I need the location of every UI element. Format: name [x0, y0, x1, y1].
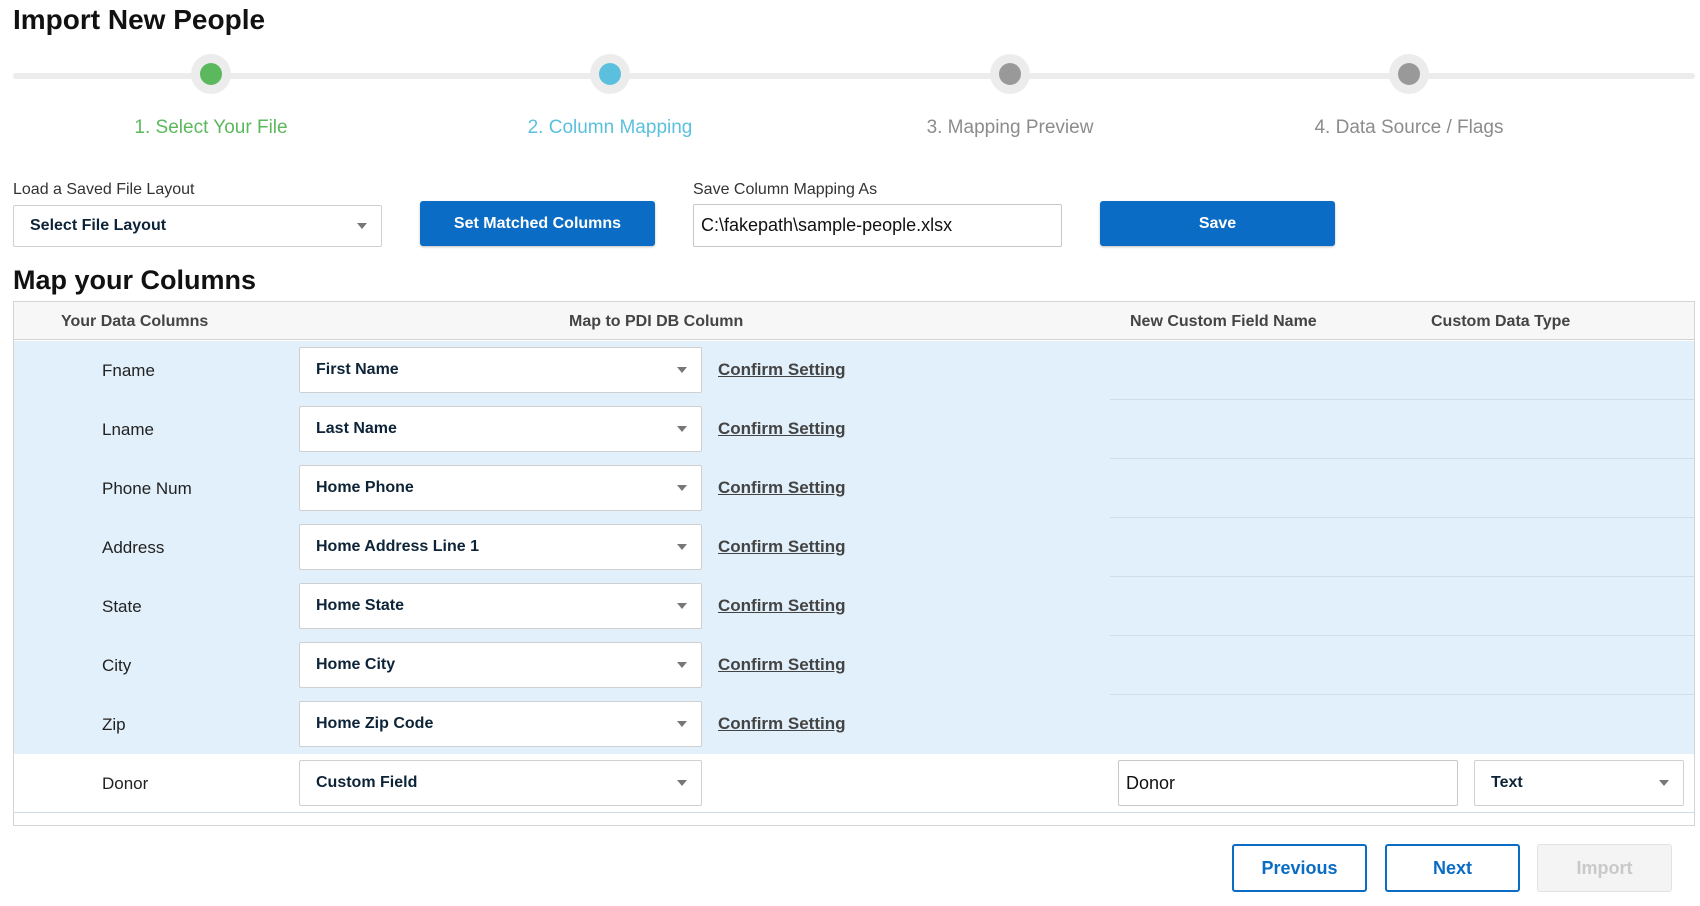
- source-column-name: City: [102, 656, 132, 675]
- db-column-select[interactable]: First Name: [299, 347, 702, 393]
- table-header: Your Data Columns Map to PDI DB Column N…: [14, 302, 1694, 340]
- db-column-select-value: Last Name: [316, 420, 397, 437]
- source-column-name: Fname: [102, 361, 155, 380]
- db-column-select[interactable]: Home City: [299, 642, 702, 688]
- db-column-select[interactable]: Home State: [299, 583, 702, 629]
- step-mapping-preview: 3. Mapping Preview: [840, 54, 1180, 139]
- custom-data-type-select[interactable]: Text: [1474, 760, 1684, 806]
- db-column-select[interactable]: Last Name: [299, 406, 702, 452]
- caret-down-icon: [677, 603, 687, 609]
- layout-label: Load a Saved File Layout: [13, 181, 195, 198]
- step-dot-complete: [200, 63, 222, 85]
- step-dot-pending: [999, 63, 1021, 85]
- db-column-select[interactable]: Home Zip Code: [299, 701, 702, 747]
- page-title: Import New People: [13, 4, 266, 35]
- mapping-table: Your Data Columns Map to PDI DB Column N…: [13, 301, 1695, 826]
- custom-field-name-input[interactable]: [1118, 760, 1458, 806]
- confirm-setting-link[interactable]: Confirm Setting: [718, 419, 846, 439]
- step-data-source-flags: 4. Data Source / Flags: [1239, 54, 1579, 139]
- step-column-mapping: 2. Column Mapping: [440, 54, 780, 139]
- step-label: 2. Column Mapping: [527, 117, 693, 138]
- next-button[interactable]: Next: [1385, 844, 1520, 892]
- header-db-column: Map to PDI DB Column: [569, 313, 744, 330]
- step-dot-active: [599, 63, 621, 85]
- caret-down-icon: [677, 426, 687, 432]
- table-row: State Home State Confirm Setting: [14, 577, 1694, 636]
- db-column-select-value: Home Zip Code: [316, 715, 434, 732]
- custom-data-type-value: Text: [1491, 774, 1523, 791]
- step-dot-pending: [1398, 63, 1420, 85]
- step-indicator: [590, 54, 630, 94]
- db-column-select-value: Custom Field: [316, 774, 418, 791]
- source-column-name: Lname: [102, 420, 154, 439]
- confirm-setting-link[interactable]: Confirm Setting: [718, 714, 846, 734]
- confirm-setting-link[interactable]: Confirm Setting: [718, 596, 846, 616]
- step-select-file: 1. Select Your File: [41, 54, 381, 139]
- table-row: Lname Last Name Confirm Setting: [14, 400, 1694, 459]
- step-indicator: [990, 54, 1030, 94]
- source-column-name: State: [102, 597, 142, 616]
- confirm-setting-link[interactable]: Confirm Setting: [718, 360, 846, 380]
- table-row: Zip Home Zip Code Confirm Setting: [14, 695, 1694, 754]
- source-column-name: Phone Num: [102, 479, 192, 498]
- table-row: Phone Num Home Phone Confirm Setting: [14, 459, 1694, 518]
- db-column-select-value: Home State: [316, 597, 405, 614]
- db-column-select[interactable]: Home Address Line 1: [299, 524, 702, 570]
- db-column-select-value: Home City: [316, 656, 396, 673]
- caret-down-icon: [677, 721, 687, 727]
- step-indicator: [1389, 54, 1429, 94]
- file-layout-select[interactable]: Select File Layout: [13, 205, 382, 247]
- step-label: 1. Select Your File: [134, 117, 288, 138]
- table-row: Address Home Address Line 1 Confirm Sett…: [14, 518, 1694, 577]
- db-column-select[interactable]: Custom Field: [299, 760, 702, 806]
- table-row: City Home City Confirm Setting: [14, 636, 1694, 695]
- previous-button[interactable]: Previous: [1232, 844, 1367, 892]
- save-button[interactable]: Save: [1100, 201, 1335, 246]
- caret-down-icon: [677, 367, 687, 373]
- save-as-label: Save Column Mapping As: [693, 181, 878, 198]
- source-column-name: Donor: [102, 774, 149, 793]
- step-label: 4. Data Source / Flags: [1314, 117, 1504, 138]
- row-divider: [14, 812, 1694, 813]
- header-custom-data-type: Custom Data Type: [1431, 313, 1571, 330]
- caret-down-icon: [357, 223, 367, 229]
- step-indicator: [191, 54, 231, 94]
- db-column-select-value: Home Address Line 1: [316, 538, 480, 555]
- caret-down-icon: [677, 662, 687, 668]
- caret-down-icon: [677, 780, 687, 786]
- header-custom-field-name: New Custom Field Name: [1130, 313, 1317, 330]
- source-column-name: Address: [102, 538, 165, 557]
- db-column-select[interactable]: Home Phone: [299, 465, 702, 511]
- caret-down-icon: [677, 544, 687, 550]
- confirm-setting-link[interactable]: Confirm Setting: [718, 655, 846, 675]
- confirm-setting-link[interactable]: Confirm Setting: [718, 537, 846, 557]
- caret-down-icon: [1659, 780, 1669, 786]
- source-column-name: Zip: [102, 715, 126, 734]
- save-mapping-name-input[interactable]: [693, 204, 1062, 247]
- confirm-setting-link[interactable]: Confirm Setting: [718, 478, 846, 498]
- db-column-select-value: Home Phone: [316, 479, 414, 496]
- table-row: Fname First Name Confirm Setting: [14, 341, 1694, 400]
- import-button[interactable]: Import: [1537, 844, 1672, 892]
- set-matched-columns-button[interactable]: Set Matched Columns: [420, 201, 655, 246]
- file-layout-select-value: Select File Layout: [30, 217, 167, 234]
- step-label: 3. Mapping Preview: [926, 117, 1094, 138]
- caret-down-icon: [677, 485, 687, 491]
- db-column-select-value: First Name: [316, 361, 399, 378]
- header-data-columns: Your Data Columns: [61, 313, 209, 330]
- table-row: Donor Custom Field Text: [14, 754, 1694, 813]
- section-title: Map your Columns: [13, 265, 257, 295]
